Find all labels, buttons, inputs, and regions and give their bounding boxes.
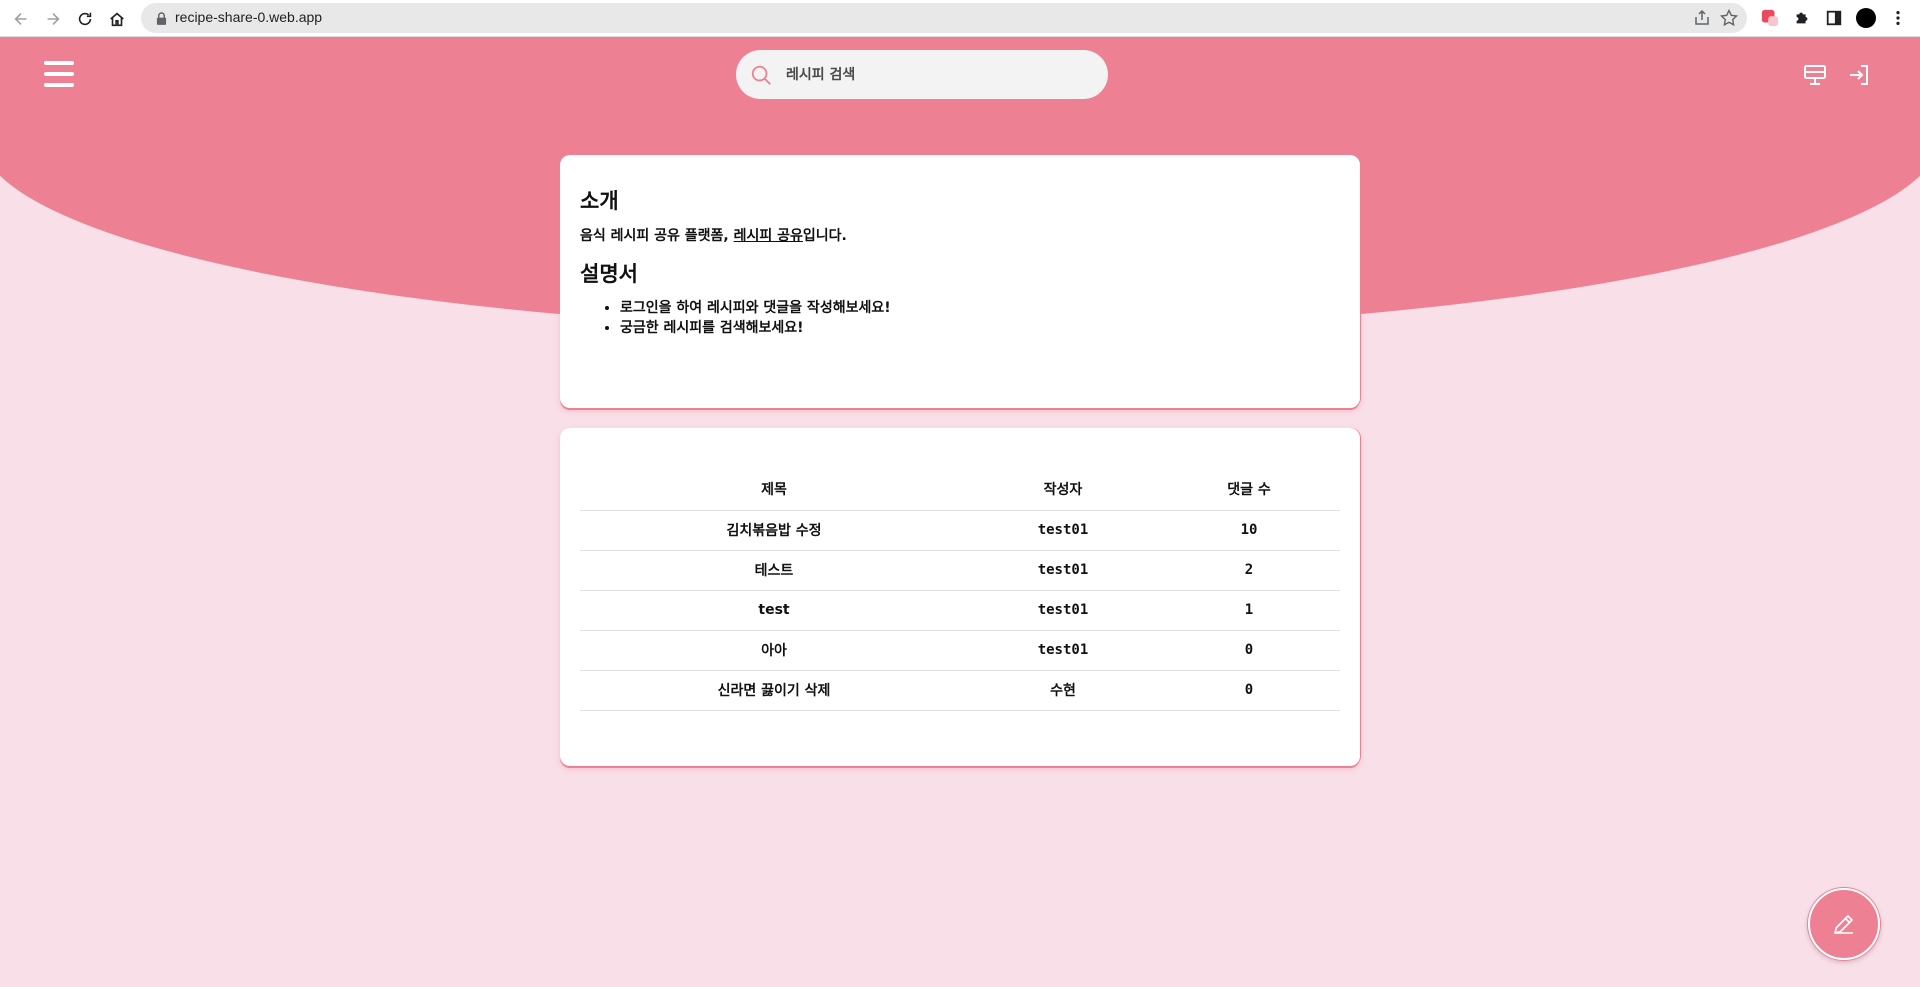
bookmark-star-icon[interactable] xyxy=(1719,8,1739,28)
recipe-author: test01 xyxy=(968,590,1158,631)
forward-icon[interactable] xyxy=(39,5,67,33)
table-row[interactable]: 아아 test01 0 xyxy=(580,630,1340,671)
lock-icon xyxy=(153,10,169,26)
intro-card: 소개 음식 레시피 공유 플랫폼, 레시피 공유입니다. 설명서 로그인을 하여… xyxy=(560,155,1360,408)
app-viewport: 소개 음식 레시피 공유 플랫폼, 레시피 공유입니다. 설명서 로그인을 하여… xyxy=(0,37,1920,987)
comment-count: 2 xyxy=(1158,550,1340,591)
search-icon xyxy=(751,65,771,85)
search-input[interactable] xyxy=(784,65,1064,84)
comment-count: 0 xyxy=(1158,630,1340,671)
recipe-author: test01 xyxy=(968,510,1158,551)
recipe-author: test01 xyxy=(968,550,1158,591)
search-bar[interactable] xyxy=(736,50,1108,99)
comment-count: 1 xyxy=(1158,590,1340,631)
login-icon[interactable] xyxy=(1847,63,1871,87)
table-header-row: 제목 작성자 댓글 수 xyxy=(580,468,1340,511)
back-icon[interactable] xyxy=(7,5,35,33)
manual-item: 궁금한 레시피를 검색해보세요! xyxy=(620,318,1340,338)
column-header-comments: 댓글 수 xyxy=(1158,468,1340,511)
write-recipe-button[interactable] xyxy=(1808,888,1880,960)
column-header-title: 제목 xyxy=(580,468,968,511)
intro-description: 음식 레시피 공유 플랫폼, 레시피 공유입니다. xyxy=(580,226,1340,246)
manual-list: 로그인을 하여 레시피와 댓글을 작성해보세요! 궁금한 레시피를 검색해보세요… xyxy=(580,298,1340,338)
home-icon[interactable] xyxy=(103,5,131,33)
share-icon[interactable] xyxy=(1693,9,1711,27)
manual-title: 설명서 xyxy=(580,262,638,286)
recipe-title[interactable]: 김치볶음밥 수정 xyxy=(580,510,968,551)
intro-description-suffix: 입니다. xyxy=(802,228,847,244)
comment-count: 10 xyxy=(1158,510,1340,551)
pencil-icon xyxy=(1834,915,1853,934)
url-text: recipe-share-0.web.app xyxy=(175,9,323,25)
comment-count: 0 xyxy=(1158,670,1340,711)
profile-avatar[interactable] xyxy=(1856,8,1876,28)
reload-icon[interactable] xyxy=(71,5,99,33)
browser-toolbar: recipe-share-0.web.app xyxy=(0,0,1920,37)
side-panel-icon[interactable] xyxy=(1824,8,1844,28)
hamburger-menu-icon[interactable] xyxy=(44,61,74,87)
board-icon[interactable] xyxy=(1803,63,1827,87)
address-bar[interactable]: recipe-share-0.web.app xyxy=(141,3,1747,33)
table-row[interactable]: 신라면 끓이기 삭제 수현 0 xyxy=(580,670,1340,711)
recipe-title[interactable]: 아아 xyxy=(580,630,968,671)
browser-menu-icon[interactable] xyxy=(1888,8,1908,28)
puzzle-extensions-icon[interactable] xyxy=(1792,8,1812,28)
recipe-list-card: 제목 작성자 댓글 수 김치볶음밥 수정 test01 10 테스트 test0… xyxy=(560,428,1360,766)
recipe-author: test01 xyxy=(968,630,1158,671)
table-row[interactable]: 테스트 test01 2 xyxy=(580,550,1340,591)
service-name-link[interactable]: 레시피 공유 xyxy=(734,228,803,244)
column-header-author: 작성자 xyxy=(968,468,1158,511)
recipe-title[interactable]: test xyxy=(580,590,968,631)
table-row[interactable]: test test01 1 xyxy=(580,590,1340,631)
manual-item: 로그인을 하여 레시피와 댓글을 작성해보세요! xyxy=(620,298,1340,318)
recipe-author: 수현 xyxy=(968,670,1158,711)
recipe-title[interactable]: 테스트 xyxy=(580,550,968,591)
recipe-title[interactable]: 신라면 끓이기 삭제 xyxy=(580,670,968,711)
intro-title: 소개 xyxy=(580,189,619,213)
extension-icon[interactable] xyxy=(1760,8,1780,28)
intro-description-prefix: 음식 레시피 공유 플랫폼, xyxy=(580,228,734,244)
table-row[interactable]: 김치볶음밥 수정 test01 10 xyxy=(580,510,1340,551)
recipe-table: 제목 작성자 댓글 수 김치볶음밥 수정 test01 10 테스트 test0… xyxy=(580,468,1340,711)
